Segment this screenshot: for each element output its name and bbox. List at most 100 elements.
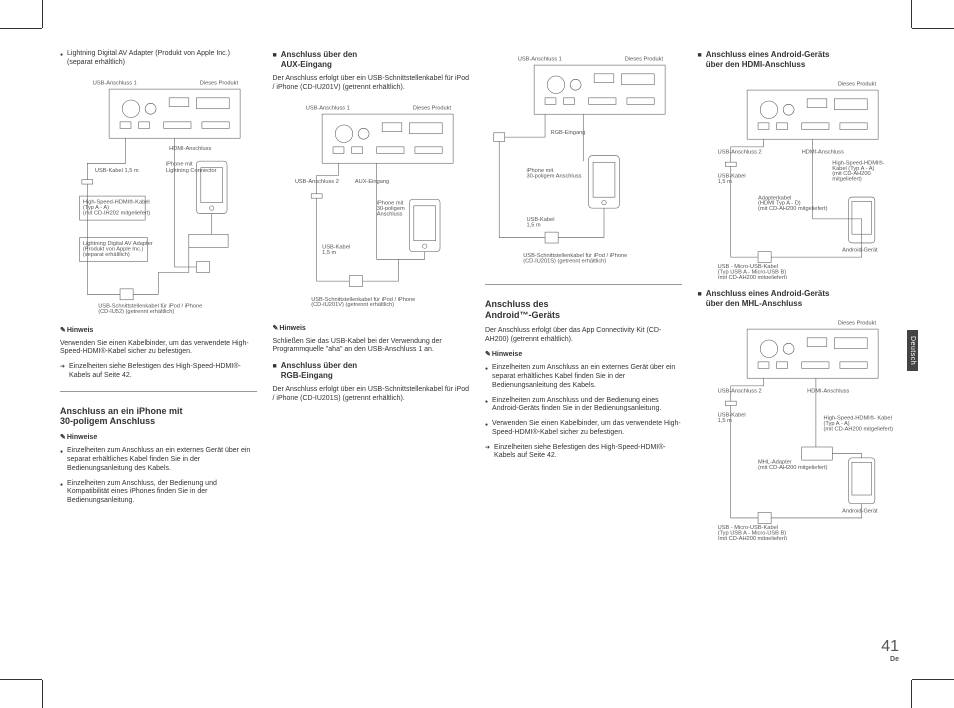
bullet-icon [60, 480, 63, 506]
arrow-icon [485, 444, 490, 462]
bullet-text: Einzelheiten zum Anschluss und der Bedie… [492, 397, 681, 415]
section-heading: Anschluss des Android™-Geräts [485, 299, 682, 321]
arrow-item: Einzelheiten siehe Befestigen des High-S… [485, 444, 682, 462]
notes-label: Hinweise [492, 351, 522, 358]
label-iphone-30pin: iPhone mit30-poligem Anschluss [526, 168, 581, 179]
label-micro-usb: USB - Micro-USB-Kabel(Typ USB A - Micro-… [717, 264, 787, 279]
note-text: Verwenden Sie einen Kabelbinder, um das … [60, 340, 257, 358]
label-usb-interface: USB-Schnittstellenkabel für iPod / iPhon… [98, 303, 202, 314]
bullet-icon [485, 397, 488, 415]
arrow-text: Einzelheiten siehe Befestigen des High-S… [494, 444, 681, 462]
column-1: Lightning Digital AV Adapter (Produkt vo… [60, 50, 257, 668]
label-usb-cable: USB-Kabel1,5 m [717, 413, 745, 424]
label-hdmi-cable: High-Speed-HDMI®- Kabel(Typ A - A)(mit C… [823, 415, 893, 433]
bullet-text: Einzelheiten zum Anschluss an ein extern… [67, 447, 256, 473]
label-micro-usb: USB - Micro-USB-Kabel(Typ USB A - Micro-… [717, 525, 787, 540]
notes-block: Hinweise [60, 433, 257, 441]
bullet-item: Lightning Digital AV Adapter (Produkt vo… [60, 50, 257, 68]
label-hdmi-cable: High-Speed-HDMI®-Kabel (Typ A - A)(mit C… [832, 160, 884, 183]
label-mhl-adapter: MHL-Adapter(mit CD-AH200 mitgeliefert) [758, 460, 828, 471]
label-usb-port-1: USB-Anschluss 1 [518, 57, 562, 63]
note-label: Hinweis [279, 325, 305, 332]
paragraph: Der Anschluss erfolgt über das App Conne… [485, 327, 682, 345]
label-usb-cable: USB-Kabel1,5 m [526, 217, 554, 228]
paragraph: Der Anschluss erfolgt über ein USB-Schni… [273, 386, 470, 404]
label-usb-cable: USB-Kabel1,5 m [717, 174, 745, 185]
bullet-text: Lightning Digital AV Adapter (Produkt vo… [67, 50, 256, 68]
label-usb-interface: USB-Schnittstellenkabel für iPod / iPhon… [311, 296, 415, 307]
label-android-device: Android-Gerät [842, 248, 878, 254]
label-this-product: Dieses Produkt [200, 80, 239, 86]
bullet-item: Einzelheiten zum Anschluss an ein extern… [485, 364, 682, 390]
note-block: Hinweis [273, 324, 470, 332]
sub-heading: Anschluss eines Android-Gerätsüber den H… [698, 50, 895, 69]
note-label: Hinweis [67, 327, 93, 334]
label-usb-port-2: USB-Anschluss 2 [717, 389, 761, 395]
sub-heading: Anschluss eines Android-Gerätsüber den M… [698, 289, 895, 308]
language-tab: Deutsch [907, 330, 918, 371]
label-hdmi-port: HDMI-Anschluss [801, 150, 843, 156]
notes-block: Hinweise [485, 350, 682, 358]
diagram-android-mhl: Dieses Produkt USB-Anschluss 2 HDMI-Ansc… [698, 316, 895, 542]
page-lang-code: De [881, 656, 899, 663]
note-text: Schließen Sie das USB-Kabel bei der Verw… [273, 338, 470, 356]
label-this-product: Dieses Produkt [837, 82, 876, 88]
mhl-adapter-shape [801, 447, 832, 460]
label-usb-cable: USB-Kabel1,5 m [322, 244, 350, 255]
label-usb-port-1: USB-Anschluss 1 [305, 105, 349, 111]
label-hdmi-port: HDMI-Anschluss [807, 389, 849, 395]
column-2: Anschluss über denAUX-Eingang Der Anschl… [273, 50, 470, 668]
page-number: 41 [881, 638, 899, 656]
label-iphone-30pin: iPhone mit30-poligemAnschluss [376, 200, 404, 217]
sub-heading: Anschluss über denRGB-Eingang [273, 361, 470, 380]
page-number-block: 41 De [881, 638, 899, 663]
diagram-android-hdmi: Dieses Produkt USB-Anschluss 2 HDMI-Ansc… [698, 77, 895, 281]
diagram-iphone-lightning: USB-Anschluss 1 Dieses Produkt HDMI-Ansc… [60, 76, 257, 318]
paragraph: Der Anschluss erfolgt über ein USB-Schni… [273, 75, 470, 93]
page-content: Lightning Digital AV Adapter (Produkt vo… [60, 50, 894, 668]
sub-heading: Anschluss über denAUX-Eingang [273, 50, 470, 69]
bullet-icon [485, 364, 488, 390]
square-icon [273, 361, 277, 380]
square-icon [273, 50, 277, 69]
device-box [322, 114, 453, 163]
note-icon [485, 351, 492, 358]
label-usb-port-2: USB-Anschluss 2 [717, 150, 761, 156]
column-4: Anschluss eines Android-Gerätsüber den H… [698, 50, 895, 668]
label-usb-interface: USB-Schnittstellenkabel für iPod / iPhon… [523, 253, 627, 264]
arrow-item: Einzelheiten siehe Befestigen des High-S… [60, 363, 257, 381]
bullet-text: Einzelheiten zum Anschluss, der Bedienun… [67, 480, 256, 506]
bullet-item: Verwenden Sie einen Kabelbinder, um das … [485, 420, 682, 438]
square-icon [698, 289, 702, 308]
column-3: USB-Anschluss 1 Dieses Produkt RGB-Einga… [485, 50, 682, 668]
label-this-product: Dieses Produkt [625, 57, 664, 63]
bullet-icon [60, 447, 63, 473]
label-aux-in: AUX-Eingang [354, 179, 388, 185]
label-hdmi-port: HDMI-Anschluss [169, 146, 211, 152]
notes-label: Hinweise [67, 434, 97, 441]
label-this-product: Dieses Produkt [837, 321, 876, 327]
device-box [747, 90, 878, 139]
label-this-product: Dieses Produkt [412, 105, 451, 111]
bullet-item: Einzelheiten zum Anschluss an ein extern… [60, 447, 257, 473]
label-usb-port-1: USB-Anschluss 1 [93, 80, 137, 86]
note-icon [60, 327, 67, 334]
diagram-iphone-aux: USB-Anschluss 1 Dieses Produkt USB-Ansch… [273, 101, 470, 316]
bullet-item: Einzelheiten zum Anschluss und der Bedie… [485, 397, 682, 415]
note-icon [60, 434, 67, 441]
bullet-text: Verwenden Sie einen Kabelbinder, um das … [492, 420, 681, 438]
square-icon [698, 50, 702, 69]
label-android-device: Android-Gerät [842, 509, 878, 515]
bullet-icon [60, 50, 63, 68]
bullet-item: Einzelheiten zum Anschluss, der Bedienun… [60, 480, 257, 506]
device-box [534, 65, 665, 114]
section-divider [485, 284, 682, 285]
label-rgb-in: RGB-Eingang [551, 130, 586, 136]
section-heading: Anschluss an ein iPhone mit 30-poligem A… [60, 406, 257, 428]
bullet-icon [485, 420, 488, 438]
label-adapter-cable: Adapterkabel(HDMI Typ A - D)(mit CD-AH20… [758, 195, 828, 212]
arrow-text: Einzelheiten siehe Befestigen des High-S… [69, 363, 256, 381]
diagram-iphone-rgb: USB-Anschluss 1 Dieses Produkt RGB-Einga… [485, 52, 682, 272]
arrow-icon [60, 363, 65, 381]
device-box [109, 89, 240, 138]
